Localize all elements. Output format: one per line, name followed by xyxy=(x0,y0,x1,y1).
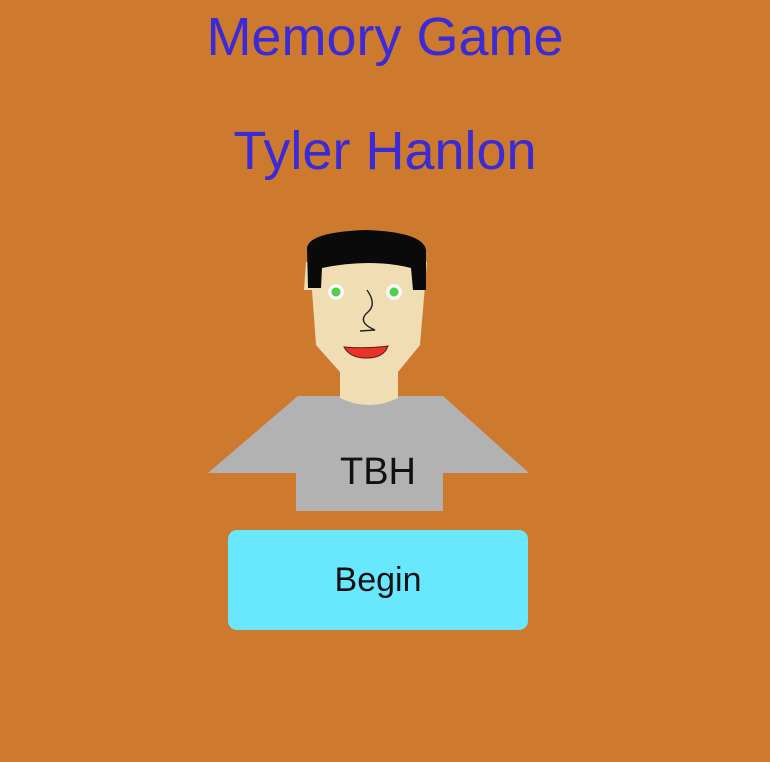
begin-button[interactable]: Begin xyxy=(228,530,528,630)
avatar-left-iris xyxy=(331,287,341,297)
avatar-figure: TBH xyxy=(208,230,529,511)
shirt-monogram: TBH xyxy=(340,451,416,493)
avatar-face xyxy=(304,262,427,379)
avatar-right-iris xyxy=(389,287,399,297)
